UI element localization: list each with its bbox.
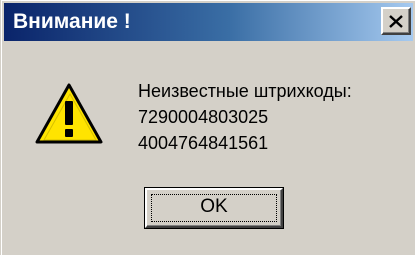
message-heading: Неизвестные штрихкоды: xyxy=(138,81,352,101)
warning-icon xyxy=(35,83,103,144)
close-button[interactable] xyxy=(381,7,411,35)
ok-button-label: OK xyxy=(200,196,228,217)
close-icon xyxy=(389,14,403,28)
ok-button[interactable]: OK xyxy=(144,187,284,229)
barcode-1: 7290004803025 xyxy=(138,107,269,127)
warning-dialog: Внимание ! Неизвестные штрихкоды: 729000… xyxy=(0,0,415,255)
title-bar[interactable]: Внимание ! xyxy=(4,3,413,41)
barcode-2: 4004764841561 xyxy=(138,133,269,153)
dialog-title: Внимание ! xyxy=(13,10,131,33)
message-text: Неизвестные штрихкоды: 7290004803025 400… xyxy=(138,78,352,156)
